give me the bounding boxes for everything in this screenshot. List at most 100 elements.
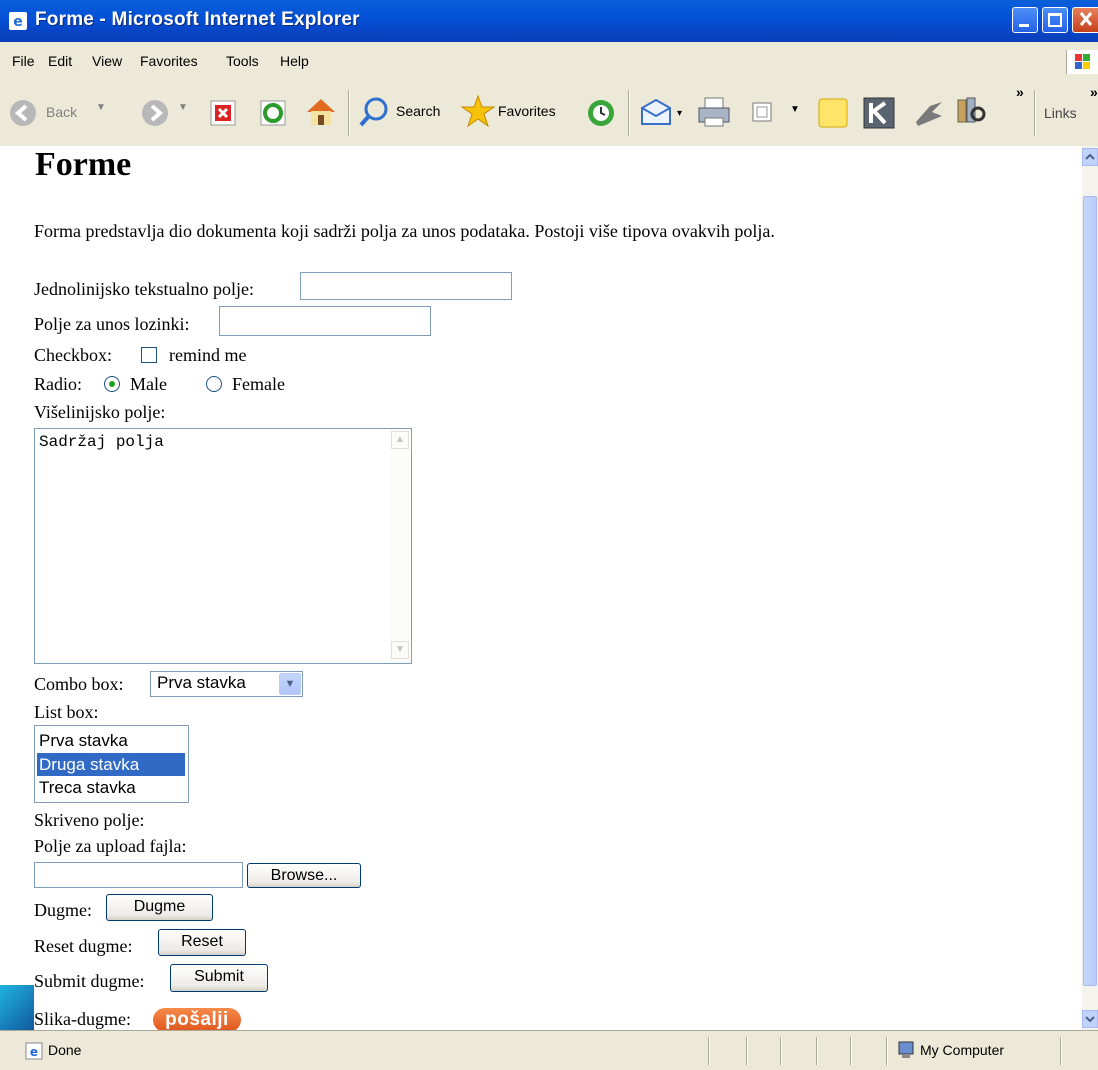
mail-icon[interactable]: ▾ — [640, 98, 682, 128]
menu-view[interactable]: View — [92, 53, 122, 69]
back-icon — [10, 100, 36, 126]
scroll-up-icon[interactable] — [1082, 148, 1098, 166]
windows-flag-icon — [1066, 50, 1098, 74]
menu-file[interactable]: File — [12, 53, 35, 69]
submit-button[interactable]: Submit — [170, 964, 268, 992]
back-button[interactable]: Back ▼ — [8, 98, 128, 128]
checkbox-label: Checkbox: — [34, 345, 112, 365]
scrollbar-thumb[interactable] — [1083, 196, 1097, 986]
multiline-textarea[interactable]: Sadržaj polja ▲ ▼ — [34, 428, 412, 664]
menu-edit[interactable]: Edit — [48, 53, 72, 69]
minimize-button[interactable] — [1012, 7, 1038, 33]
forward-button[interactable]: ▼ — [140, 98, 190, 128]
radio-selected-dot — [109, 381, 115, 387]
dugme-button[interactable]: Dugme — [106, 894, 213, 921]
combo-box[interactable]: Prva stavka ▼ — [150, 671, 303, 697]
maximize-button[interactable] — [1042, 7, 1068, 33]
image-button-label: Slika-dugme: — [34, 1009, 131, 1029]
scroll-down-icon[interactable]: ▼ — [391, 641, 409, 659]
ie-window: e Forme - Microsoft Internet Explorer Fi… — [0, 0, 1098, 1070]
radio-female[interactable] — [206, 376, 222, 392]
edit-button[interactable]: ▼ — [750, 100, 800, 126]
status-text: Done — [48, 1042, 82, 1058]
submit-label: Submit dugme: — [34, 971, 145, 991]
password-label: Polje za unos lozinki: — [34, 314, 190, 334]
forward-icon — [142, 100, 168, 126]
menu-favorites[interactable]: Favorites — [140, 53, 198, 69]
text-field-label: Jednolinijsko tekstualno polje: — [34, 279, 254, 299]
search-icon — [359, 97, 388, 127]
upload-label: Polje za upload fajla: — [34, 836, 187, 856]
intro-text: Forma predstavlja dio dokumenta koji sad… — [34, 221, 775, 241]
messenger-icon[interactable] — [912, 98, 946, 128]
links-chevron[interactable]: » — [1090, 84, 1098, 100]
password-input[interactable] — [219, 306, 431, 336]
reset-label: Reset dugme: — [34, 936, 133, 956]
research-icon[interactable] — [954, 94, 988, 128]
textarea-value: Sadržaj polja — [39, 433, 164, 451]
title-bar[interactable]: e Forme - Microsoft Internet Explorer — [0, 0, 1098, 42]
close-icon — [1079, 12, 1093, 26]
toolbar-chevron[interactable]: » — [1016, 84, 1024, 100]
radio-label: Radio: — [34, 374, 82, 394]
close-button[interactable] — [1072, 7, 1098, 33]
chevron-down-icon: ▼ — [178, 102, 188, 113]
radio-male[interactable] — [104, 376, 120, 392]
favorites-icon — [460, 94, 496, 128]
list-box[interactable]: Prva stavka Druga stavka Treca stavka — [34, 725, 189, 803]
reset-button[interactable]: Reset — [158, 929, 246, 956]
checkbox-text: remind me — [169, 345, 247, 365]
upload-path-input[interactable] — [34, 862, 243, 888]
textarea-label: Višelinijsko polje: — [34, 402, 166, 422]
window-title: Forme - Microsoft Internet Explorer — [35, 9, 360, 30]
favorites-button[interactable]: Favorites — [460, 94, 572, 130]
back-label: Back — [46, 104, 78, 120]
edit-icon — [752, 102, 772, 122]
menu-help[interactable]: Help — [280, 53, 309, 69]
refresh-icon[interactable] — [260, 100, 286, 126]
hidden-field-label: Skriveno polje: — [34, 810, 145, 830]
svg-text:e: e — [13, 14, 23, 30]
page-title: Forme — [35, 146, 132, 183]
print-icon[interactable] — [696, 96, 732, 128]
list-item[interactable]: Prva stavka — [37, 729, 185, 752]
list-item-selected[interactable]: Druga stavka — [37, 753, 185, 776]
note-icon[interactable] — [816, 96, 850, 130]
security-zone: My Computer — [920, 1042, 1005, 1058]
svg-text:▾: ▾ — [677, 108, 682, 119]
image-submit-button[interactable]: pošalji — [153, 1008, 241, 1030]
k-icon[interactable] — [862, 96, 896, 130]
scroll-down-icon[interactable] — [1082, 1010, 1098, 1028]
chevron-down-icon: ▼ — [96, 102, 106, 113]
computer-icon — [898, 1041, 914, 1058]
svg-text:e: e — [30, 1045, 38, 1059]
links-bar[interactable]: Links — [1044, 105, 1077, 121]
favorites-label: Favorites — [498, 103, 556, 119]
radio-female-label: Female — [232, 374, 285, 394]
chevron-down-icon[interactable]: ▼ — [279, 673, 301, 695]
search-label: Search — [396, 103, 441, 119]
page-scrollbar[interactable] — [1082, 146, 1098, 1030]
browse-button[interactable]: Browse... — [247, 863, 361, 888]
ie-icon: e — [9, 12, 27, 30]
text-field-input[interactable] — [300, 272, 512, 300]
radio-male-label: Male — [130, 374, 167, 394]
home-icon[interactable] — [304, 96, 338, 128]
history-icon[interactable] — [586, 98, 616, 128]
button-label: Dugme: — [34, 900, 92, 920]
search-button[interactable]: Search — [358, 96, 454, 128]
combo-label: Combo box: — [34, 674, 124, 694]
ie-page-icon: e — [25, 1042, 43, 1060]
remind-me-checkbox[interactable] — [141, 347, 157, 363]
page-content: Forme Forma predstavlja dio dokumenta ko… — [0, 146, 1082, 1030]
combo-value: Prva stavka — [157, 673, 246, 692]
scroll-up-icon[interactable]: ▲ — [391, 431, 409, 449]
list-item[interactable]: Treca stavka — [37, 776, 185, 799]
toolbar: Back ▼ ▼ Search Favorites ▾ ▼ » Links » — [0, 80, 1098, 148]
stop-icon[interactable] — [210, 100, 236, 126]
menu-bar: File Edit View Favorites Tools Help — [0, 42, 1098, 81]
menu-tools[interactable]: Tools — [226, 53, 259, 69]
status-bar: e Done My Computer — [0, 1030, 1098, 1070]
listbox-label: List box: — [34, 702, 99, 722]
textarea-scrollbar[interactable]: ▲ ▼ — [389, 429, 411, 663]
